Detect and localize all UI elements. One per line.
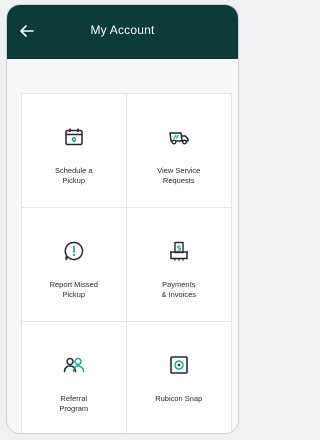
camera-frame-icon xyxy=(169,356,188,374)
phone-frame: My Account Schedule a Pickup View Servic… xyxy=(6,4,239,434)
tile-label: View Service Requests xyxy=(157,166,201,185)
tile-label: Report Missed Pickup xyxy=(49,280,98,299)
truck-icon xyxy=(169,132,189,145)
account-menu-grid: Schedule a Pickup View Service Requests xyxy=(21,93,232,433)
payments-invoices-tile[interactable]: $ Payments & Invoices xyxy=(126,208,231,322)
tile-label: Rubicon Snap xyxy=(155,394,203,403)
people-icon xyxy=(63,357,84,373)
report-missed-pickup-tile[interactable]: Report Missed Pickup xyxy=(22,208,127,322)
tile-label: Payments & Invoices xyxy=(161,280,197,299)
app-header: My Account xyxy=(7,5,238,59)
schedule-pickup-tile[interactable]: Schedule a Pickup xyxy=(22,94,127,208)
tile-label: Referral Program xyxy=(59,394,89,413)
calendar-pin-icon xyxy=(65,128,83,146)
view-service-requests-tile[interactable]: View Service Requests xyxy=(126,94,231,208)
tile-label: Schedule a Pickup xyxy=(54,166,93,185)
payment-icon: $ xyxy=(169,241,188,261)
referral-program-tile[interactable]: Referral Program xyxy=(22,322,127,433)
page-title: My Account xyxy=(90,23,155,37)
main-content: Schedule a Pickup View Service Requests xyxy=(7,59,238,433)
rubicon-snap-tile[interactable]: Rubicon Snap xyxy=(126,322,231,433)
alert-chat-icon xyxy=(64,241,83,261)
